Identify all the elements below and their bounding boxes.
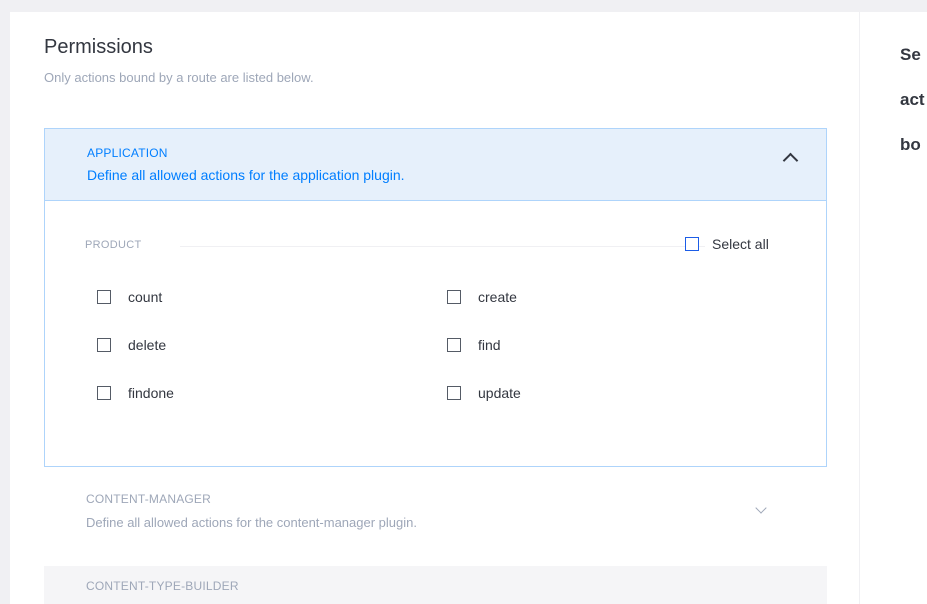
plugin-description: Define all allowed actions for the conte… [86, 515, 417, 530]
action-checkbox-update[interactable]: update [447, 385, 521, 401]
action-checkbox-delete[interactable]: delete [97, 337, 166, 353]
plugin-description: Define all allowed actions for the appli… [87, 167, 405, 183]
checkbox-icon[interactable] [447, 386, 461, 400]
controller-divider [180, 246, 705, 247]
plugin-content-manager[interactable]: CONTENT-MANAGER Define all allowed actio… [44, 470, 827, 560]
side-panel-line-3: bo [900, 135, 921, 154]
select-all-checkbox[interactable]: Select all [685, 236, 769, 252]
plugin-content-type-builder[interactable]: CONTENT-TYPE-BUILDER [44, 566, 827, 604]
plugin-name: CONTENT-TYPE-BUILDER [86, 579, 239, 593]
plugin-name: APPLICATION [87, 146, 168, 160]
checkbox-icon[interactable] [97, 290, 111, 304]
action-checkbox-create[interactable]: create [447, 289, 517, 305]
page-subtitle: Only actions bound by a route are listed… [44, 70, 314, 85]
action-label: find [478, 337, 501, 353]
controller-name: PRODUCT [85, 239, 142, 251]
page-title: Permissions [44, 36, 153, 58]
action-label: count [128, 289, 163, 305]
checkbox-icon[interactable] [97, 338, 111, 352]
action-label: create [478, 289, 517, 305]
action-label: update [478, 385, 521, 401]
checkbox-icon[interactable] [97, 386, 111, 400]
plugin-application-header[interactable]: APPLICATION Define all allowed actions f… [45, 129, 826, 201]
select-all-label: Select all [712, 236, 769, 252]
action-label: findone [128, 385, 174, 401]
plugin-application: APPLICATION Define all allowed actions f… [44, 128, 827, 467]
chevron-down-icon[interactable] [755, 502, 767, 514]
checkbox-icon[interactable] [447, 338, 461, 352]
plugin-name: CONTENT-MANAGER [86, 492, 212, 506]
chevron-up-icon[interactable] [782, 152, 799, 169]
action-checkbox-count[interactable]: count [97, 289, 162, 305]
checkbox-icon[interactable] [447, 290, 461, 304]
checkbox-icon[interactable] [685, 237, 699, 251]
action-checkbox-findone[interactable]: findone [97, 385, 174, 401]
action-label: delete [128, 337, 167, 353]
action-checkbox-find[interactable]: find [447, 337, 501, 353]
side-panel-line-2: act [900, 90, 925, 109]
side-panel-line-1: Se [900, 45, 921, 64]
